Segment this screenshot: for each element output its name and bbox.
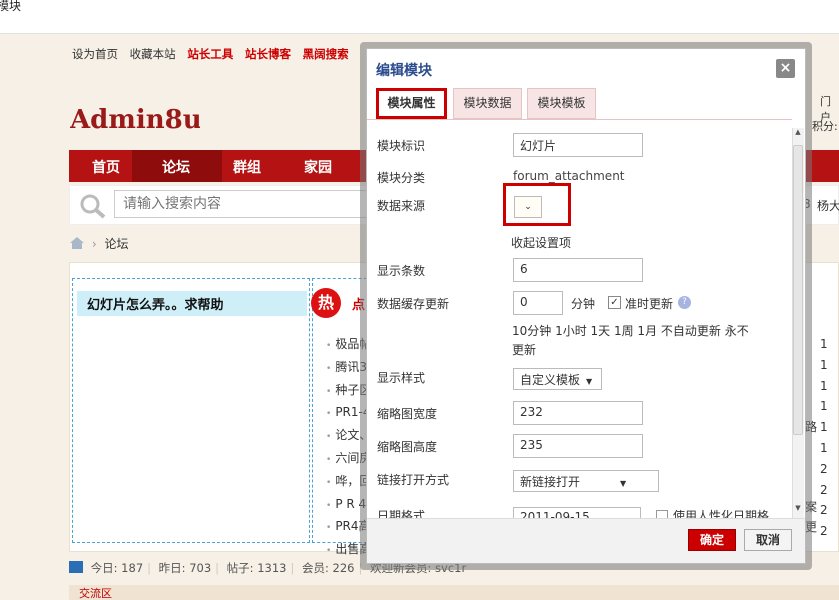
tab-divider bbox=[367, 119, 792, 120]
personal-date-label: 使用人性化日期格 bbox=[673, 509, 770, 518]
stats-posts: 帖子: 1313 bbox=[226, 561, 287, 575]
cache-options-wrap[interactable]: 更新 bbox=[512, 341, 536, 358]
close-icon[interactable]: × bbox=[776, 59, 795, 78]
stats-chart-icon bbox=[69, 561, 83, 573]
chevron-down-icon: ▼ bbox=[620, 479, 627, 488]
collapse-settings-link[interactable]: 收起设置项 bbox=[511, 234, 571, 251]
confirm-button[interactable]: 确定 bbox=[688, 529, 736, 551]
thumb-height-input[interactable]: 235 bbox=[513, 434, 643, 458]
cache-update-input[interactable]: 0 bbox=[513, 291, 563, 315]
tab-module-properties[interactable]: 模块属性 bbox=[376, 88, 447, 119]
breadcrumb-forum[interactable]: 论坛 bbox=[104, 237, 128, 251]
tab-module-template[interactable]: 模块模板 bbox=[527, 88, 596, 119]
data-source-label: 数据来源 bbox=[377, 199, 426, 213]
slide-module-box bbox=[72, 278, 310, 543]
link-webmaster-blog[interactable]: 站长博客 bbox=[245, 47, 291, 61]
nav-home-space[interactable]: 家园 bbox=[304, 157, 332, 177]
thumb-width-label: 缩略图宽度 bbox=[377, 407, 438, 421]
nav-forum[interactable]: 论坛 bbox=[162, 157, 190, 177]
stats-today: 今日: 187 bbox=[90, 561, 144, 575]
chevron-down-icon: ▼ bbox=[586, 377, 593, 386]
ontime-update-label: 准时更新 bbox=[625, 297, 674, 311]
help-icon[interactable]: ? bbox=[678, 296, 691, 309]
list-count: 2 bbox=[820, 524, 828, 539]
display-count-input[interactable]: 6 bbox=[513, 258, 643, 282]
link-bookmark[interactable]: 收藏本站 bbox=[130, 47, 176, 61]
dialog-title: 编辑模块 bbox=[376, 63, 432, 79]
cancel-button[interactable]: 取消 bbox=[744, 529, 792, 551]
header-points: 积分: bbox=[812, 120, 838, 133]
nav-groups[interactable]: 群组 bbox=[233, 157, 261, 177]
window-title: 模块 bbox=[0, 0, 22, 13]
nav-home[interactable]: 首页 bbox=[92, 157, 120, 177]
list-count: 1 bbox=[820, 420, 828, 435]
right-side-b[interactable]: 杨大 bbox=[817, 197, 839, 214]
list-count: 1 bbox=[820, 399, 828, 414]
scrollbar-thumb[interactable] bbox=[793, 145, 803, 435]
chevron-down-icon: ⌄ bbox=[524, 202, 532, 212]
right-numbers: 1 1 1 1 1 1 2 2 2 2 bbox=[820, 334, 828, 542]
list-count: 1 bbox=[820, 378, 828, 393]
top-links: 设为首页 收藏本站 站长工具 站长博客 黑阔搜索 bbox=[72, 46, 357, 62]
module-category-label: 模块分类 bbox=[377, 171, 426, 185]
link-open-value: 新链接打开 bbox=[520, 475, 581, 489]
search-icon[interactable] bbox=[78, 192, 108, 220]
search-input[interactable] bbox=[114, 190, 369, 218]
list-count: 2 bbox=[820, 503, 828, 518]
scroll-down-icon[interactable]: ▼ bbox=[792, 504, 804, 518]
link-hacker-search[interactable]: 黑阔搜索 bbox=[303, 47, 349, 61]
list-count: 2 bbox=[820, 461, 828, 476]
link-webmaster-tools[interactable]: 站长工具 bbox=[187, 47, 233, 61]
thumb-width-input[interactable]: 232 bbox=[513, 401, 643, 425]
module-id-label: 模块标识 bbox=[377, 139, 426, 153]
dialog-footer bbox=[367, 518, 805, 563]
link-set-home[interactable]: 设为首页 bbox=[72, 47, 118, 61]
stats-yesterday: 昨日: 703 bbox=[158, 561, 212, 575]
list-count: 2 bbox=[820, 482, 828, 497]
list-count: 1 bbox=[820, 357, 828, 372]
list-count: 1 bbox=[820, 337, 828, 351]
date-format-value: 2011-09-15 bbox=[520, 510, 590, 518]
breadcrumb: › 论坛 bbox=[70, 235, 128, 252]
thumb-height-label: 缩略图高度 bbox=[377, 440, 438, 454]
site-logo[interactable]: Admin8us bbox=[70, 88, 200, 138]
ontime-update-checkbox[interactable]: ✓ bbox=[608, 296, 621, 309]
link-open-select[interactable]: 新链接打开 ▼ bbox=[513, 470, 659, 492]
data-source-select[interactable]: ⌄ bbox=[514, 196, 542, 218]
display-style-select[interactable]: 自定义模板 ▼ bbox=[513, 368, 602, 390]
display-style-value: 自定义模板 bbox=[520, 373, 581, 387]
cache-options[interactable]: 10分钟 1小时 1天 1周 1月 不自动更新 永不 bbox=[512, 322, 749, 339]
date-format-select[interactable]: 2011-09-15 bbox=[513, 507, 641, 518]
module-category-value: forum_attachment bbox=[513, 169, 625, 183]
window-titlebar: 模块 bbox=[0, 0, 839, 34]
logo-text: Admin8us bbox=[70, 105, 200, 135]
section-header[interactable]: 交流区 bbox=[69, 585, 839, 600]
stats-members: 会员: 226 bbox=[302, 561, 355, 575]
scroll-up-icon[interactable]: ▲ bbox=[792, 128, 804, 142]
link-open-label: 链接打开方式 bbox=[377, 473, 450, 487]
display-style-label: 显示样式 bbox=[377, 371, 426, 385]
list-count: 1 bbox=[820, 440, 828, 455]
hot-badge-icon: 热 bbox=[311, 288, 341, 318]
slide-module-title[interactable]: 幻灯片怎么弄。。求帮助 bbox=[77, 291, 307, 316]
display-count-label: 显示条数 bbox=[377, 264, 426, 278]
cache-unit: 分钟 bbox=[571, 297, 596, 311]
cache-update-label: 数据缓存更新 bbox=[377, 297, 450, 311]
home-icon[interactable] bbox=[70, 237, 84, 249]
tab-module-data[interactable]: 模块数据 bbox=[453, 88, 522, 119]
module-id-input[interactable]: 幻灯片 bbox=[513, 133, 643, 157]
